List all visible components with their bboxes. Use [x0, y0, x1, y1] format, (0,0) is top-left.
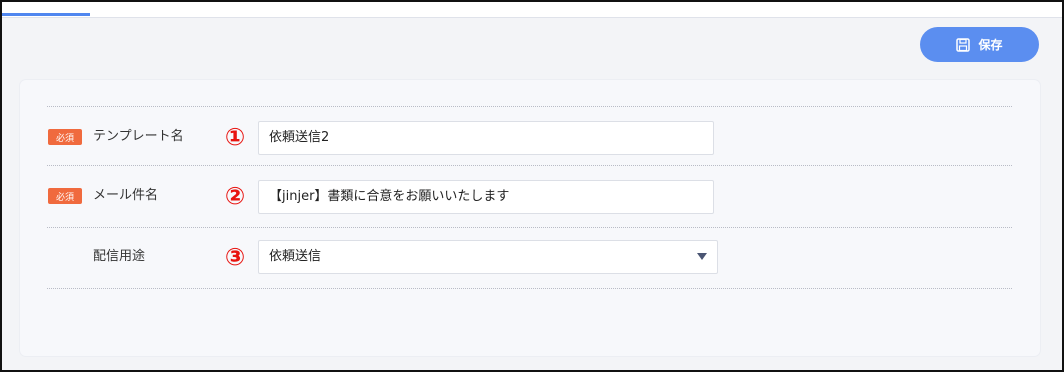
mail-subject-input[interactable]: 【jinjer】書類に合意をお願いいたします: [258, 180, 714, 214]
delivery-purpose-value: 依頼送信: [269, 249, 322, 264]
required-badge: 必須: [48, 188, 82, 204]
chevron-down-icon: [697, 253, 707, 260]
annotation-marker-2: ②: [224, 182, 246, 210]
required-badge: 必須: [48, 129, 82, 145]
annotation-marker-1: ①: [224, 123, 246, 151]
floppy-disk-icon: [956, 37, 971, 52]
mail-subject-label: メール件名: [93, 188, 159, 203]
delivery-purpose-label: 配信用途: [93, 249, 146, 264]
template-name-input[interactable]: 依頼送信2: [258, 121, 714, 155]
row-divider: [47, 227, 1012, 228]
app-window: 保存 必須 テンプレート名 ① 依頼送信2 必須 メール件名 ② 【jinjer…: [0, 0, 1064, 372]
row-divider: [47, 288, 1012, 289]
active-tab-indicator: [2, 13, 90, 16]
save-button[interactable]: 保存: [920, 27, 1039, 62]
annotation-marker-3: ③: [224, 243, 246, 271]
delivery-purpose-select[interactable]: 依頼送信: [258, 240, 718, 274]
template-name-label: テンプレート名: [93, 129, 184, 144]
tab-strip: [2, 2, 1062, 18]
row-divider: [47, 165, 1012, 166]
save-button-label: 保存: [978, 38, 1003, 52]
row-divider: [47, 106, 1012, 107]
